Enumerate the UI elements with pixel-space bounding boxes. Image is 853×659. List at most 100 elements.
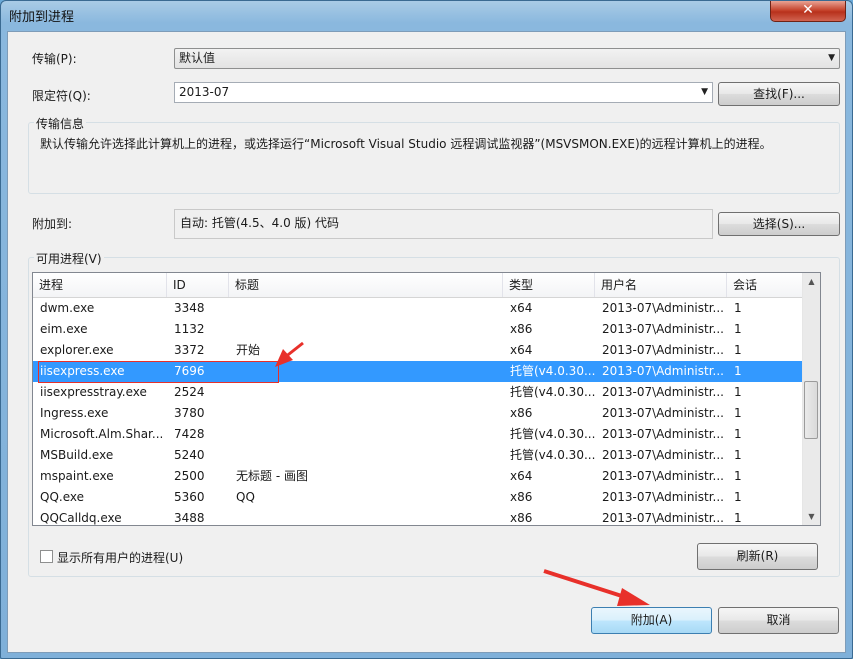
- cell-type: 托管(v4.0.30...: [510, 364, 595, 378]
- window-title: 附加到进程: [9, 10, 75, 25]
- cell-username: 2013-07\Administr...: [602, 469, 724, 483]
- cell-type: x64: [510, 469, 533, 483]
- cell-id: 3488: [174, 511, 205, 525]
- cell-title: 无标题 - 画图: [236, 469, 308, 483]
- cell-process: explorer.exe: [40, 343, 114, 357]
- cell-process: QQ.exe: [40, 490, 84, 504]
- process-row[interactable]: mspaint.exe 2500 无标题 - 画图 x64 2013-07\Admini…: [33, 466, 805, 487]
- vertical-scrollbar[interactable]: ▲ ▼: [802, 273, 820, 525]
- cell-session: 1: [734, 427, 742, 441]
- cell-session: 1: [734, 448, 742, 462]
- cell-session: 1: [734, 322, 742, 336]
- cell-id: 7428: [174, 427, 205, 441]
- process-row[interactable]: Microsoft.Alm.Shar... 7428 托管(v4.0.30... 20…: [33, 424, 805, 445]
- cell-username: 2013-07\Administr...: [602, 490, 724, 504]
- cell-username: 2013-07\Administr...: [602, 511, 724, 525]
- cell-title: [229, 424, 503, 445]
- process-list[interactable]: 进程 ID 标题 类型 用户名 会话 dwm.exe 3348 x64 2013-07…: [32, 272, 821, 526]
- transport-value: 默认值: [179, 51, 216, 65]
- cell-username: 2013-07\Administr...: [602, 385, 724, 399]
- cell-title: QQ: [236, 490, 255, 504]
- attach-to-value: 自动: 托管(4.5、4.0 版) 代码: [180, 216, 340, 230]
- cell-type: 托管(v4.0.30...: [510, 385, 595, 399]
- available-processes-title: 可用进程(V): [34, 250, 104, 267]
- cell-process: eim.exe: [40, 322, 88, 336]
- process-list-header: 进程 ID 标题 类型 用户名 会话: [33, 273, 805, 298]
- cell-process: dwm.exe: [40, 301, 95, 315]
- cell-type: x86: [510, 490, 533, 504]
- process-row[interactable]: explorer.exe 3372 开始 x64 2013-07\Administr..…: [33, 340, 805, 361]
- cell-username: 2013-07\Administr...: [602, 322, 724, 336]
- cancel-button[interactable]: 取消: [718, 607, 839, 634]
- transport-info-text: 默认传输允许选择此计算机上的进程，或选择运行“Microsoft Visual …: [40, 137, 772, 151]
- cell-title: [229, 319, 503, 340]
- qualifier-value: 2013-07: [179, 85, 230, 99]
- cell-type: 托管(v4.0.30...: [510, 427, 595, 441]
- transport-info-title: 传输信息: [34, 115, 87, 132]
- column-header-id[interactable]: ID: [167, 273, 229, 297]
- close-icon: ✕: [802, 2, 814, 18]
- column-header-username[interactable]: 用户名: [595, 273, 727, 297]
- cell-process: iisexpresstray.exe: [40, 385, 147, 399]
- cell-process: QQCalldq.exe: [40, 511, 122, 525]
- column-header-session[interactable]: 会话: [727, 273, 805, 297]
- cell-process: Microsoft.Alm.Shar...: [40, 427, 164, 441]
- cell-title: 开始: [236, 343, 261, 357]
- cell-id: 1132: [174, 322, 205, 336]
- column-header-title[interactable]: 标题: [229, 273, 503, 297]
- find-button[interactable]: 查找(F)...: [718, 82, 840, 106]
- process-row[interactable]: eim.exe 1132 x86 2013-07\Administr... 1: [33, 319, 805, 340]
- cell-username: 2013-07\Administr...: [602, 364, 724, 378]
- process-row[interactable]: iisexpresstray.exe 2524 托管(v4.0.30... 2013-…: [33, 382, 805, 403]
- cell-type: x64: [510, 343, 533, 357]
- process-row[interactable]: dwm.exe 3348 x64 2013-07\Administr... 1: [33, 298, 805, 319]
- attach-to-label: 附加到:: [32, 217, 73, 231]
- cell-session: 1: [734, 364, 742, 378]
- cell-id: 2500: [174, 469, 205, 483]
- cell-username: 2013-07\Administr...: [602, 448, 724, 462]
- cell-id: 3780: [174, 406, 205, 420]
- cell-type: x86: [510, 511, 533, 525]
- process-rows: dwm.exe 3348 x64 2013-07\Administr... 1 eim.e…: [33, 298, 805, 525]
- cell-session: 1: [734, 406, 742, 420]
- cell-username: 2013-07\Administr...: [602, 406, 724, 420]
- cell-username: 2013-07\Administr...: [602, 343, 724, 357]
- cell-session: 1: [734, 385, 742, 399]
- cell-id: 3372: [174, 343, 205, 357]
- cell-username: 2013-07\Administr...: [602, 427, 724, 441]
- cell-title: [229, 403, 503, 424]
- process-row[interactable]: Ingress.exe 3780 x86 2013-07\Administr... 1: [33, 403, 805, 424]
- cell-session: 1: [734, 301, 742, 315]
- qualifier-combobox[interactable]: 2013-07 ▼: [174, 82, 713, 103]
- title-bar[interactable]: 附加到进程 ✕: [1, 1, 852, 31]
- show-all-users-label[interactable]: 显示所有用户的进程(U): [57, 549, 183, 566]
- process-row[interactable]: MSBuild.exe 5240 托管(v4.0.30... 2013-07\Admi…: [33, 445, 805, 466]
- cell-process: Ingress.exe: [40, 406, 109, 420]
- cell-process: MSBuild.exe: [40, 448, 114, 462]
- process-row[interactable]: QQ.exe 5360 QQ x86 2013-07\Administr... 1: [33, 487, 805, 508]
- cell-id: 5240: [174, 448, 205, 462]
- cell-type: x86: [510, 322, 533, 336]
- cell-session: 1: [734, 469, 742, 483]
- show-all-users-checkbox[interactable]: [40, 550, 53, 563]
- column-header-type[interactable]: 类型: [503, 273, 595, 297]
- cell-process: mspaint.exe: [40, 469, 114, 483]
- cell-session: 1: [734, 343, 742, 357]
- scroll-down-icon[interactable]: ▼: [803, 508, 820, 525]
- column-header-process[interactable]: 进程: [33, 273, 167, 297]
- scroll-up-icon[interactable]: ▲: [803, 273, 820, 290]
- transport-combobox[interactable]: 默认值 ▼: [174, 48, 840, 69]
- refresh-button[interactable]: 刷新(R): [697, 543, 818, 570]
- select-code-type-button[interactable]: 选择(S)...: [718, 212, 840, 236]
- attach-button[interactable]: 附加(A): [591, 607, 712, 634]
- cell-id: 2524: [174, 385, 205, 399]
- transport-label: 传输(P):: [32, 52, 77, 66]
- cell-session: 1: [734, 490, 742, 504]
- cell-title: [229, 382, 503, 403]
- cell-id: 3348: [174, 301, 205, 315]
- attach-to-value-box: 自动: 托管(4.5、4.0 版) 代码: [174, 209, 713, 239]
- process-row[interactable]: QQCalldq.exe 3488 x86 2013-07\Administr... 1: [33, 508, 805, 525]
- close-button[interactable]: ✕: [770, 1, 846, 22]
- cell-type: 托管(v4.0.30...: [510, 448, 595, 462]
- scroll-thumb[interactable]: [804, 381, 818, 439]
